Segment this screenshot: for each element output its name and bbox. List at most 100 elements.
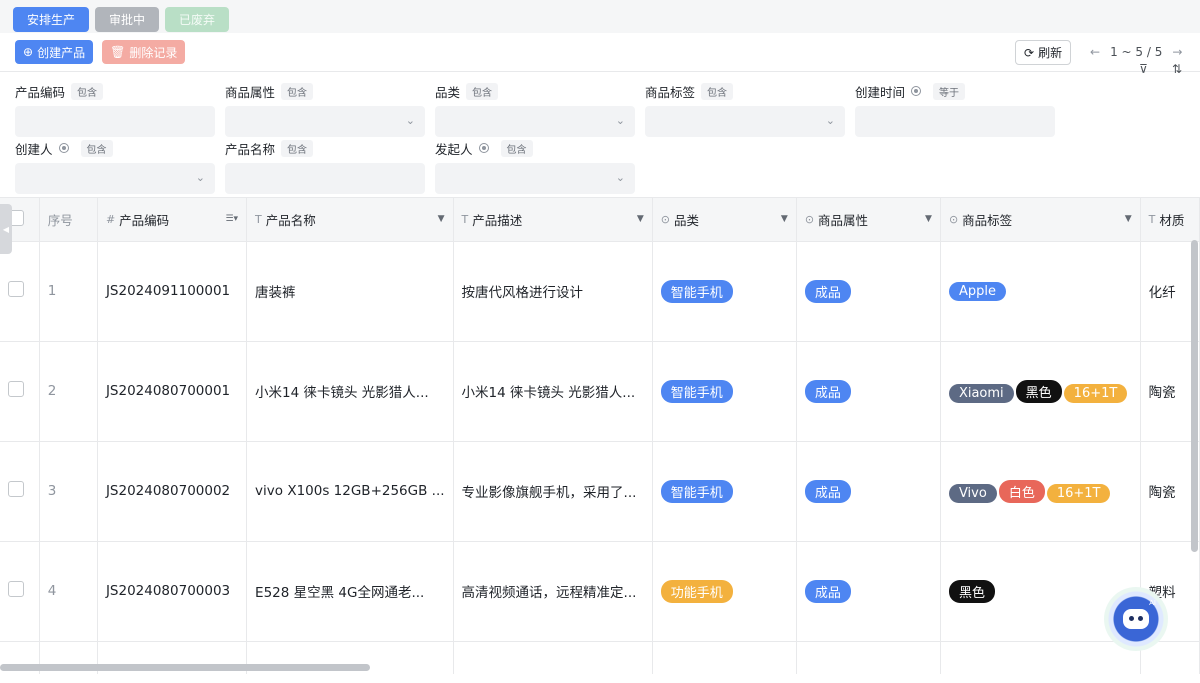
tab-discarded[interactable]: 已废弃 [165,7,230,32]
pagination: ← 1 ~ 5 / 5 → [1090,45,1182,59]
cell-tags[interactable]: Vivo 白色 16+1T [940,441,1141,542]
column-header-material[interactable]: T 材质 [1140,198,1200,242]
category-tag: 智能手机 [660,279,733,303]
cell-attr[interactable]: 成品 [796,341,941,442]
caret-down-icon[interactable]: ▼ [438,214,445,224]
product-tag-select[interactable]: ⌄ [645,106,845,137]
filter-label: 商品属性 [225,84,276,100]
filter-creator: 创建人 包含 ⌄ [15,139,215,194]
delete-record-button[interactable]: 🗑︎ 删除记录 [102,40,186,64]
table-row[interactable]: 2 JS2024080700001 小米14 徕卡镜头 光影猎人... 小米14… [0,341,1200,442]
product-attr-select[interactable]: ⌄ [225,106,425,137]
cell-code[interactable]: JS2024080700002 [97,441,248,542]
column-header-category[interactable]: ⊙ 品类 ▼ [652,198,797,242]
row-checkbox[interactable] [8,381,24,397]
table-row[interactable]: 4 JS2024080700003 E528 星空黑 4G全网通老... 高清视… [0,541,1200,642]
filter-product-tag: 商品标签 包含 ⌄ [645,82,845,137]
sort-icon[interactable]: ⇅ [1172,62,1182,76]
column-header-desc[interactable]: T 产品描述 ▼ [453,198,653,242]
cell-code[interactable]: JS2024091100001 [97,241,248,342]
filter-product-name: 产品名称 包含 [225,139,425,194]
cell-desc[interactable]: 高清视频通话，远程精准定... [453,541,653,642]
cell-name[interactable]: E528 星空黑 4G全网通老... [246,541,454,642]
column-header-name[interactable]: T 产品名称 ▼ [246,198,454,242]
chevron-down-icon: ⌄ [615,171,625,184]
caret-left-icon: ◀ [2,224,10,234]
cell-attr[interactable]: 成品 [796,441,941,542]
cell-code[interactable]: JS2024080700001 [97,341,248,442]
chevron-down-icon: ⌄ [195,171,205,184]
cell-tags[interactable]: Xiaomi 黑色 16+1T [940,341,1141,442]
column-header-attr[interactable]: ⊙ 商品属性 ▼ [796,198,941,242]
filter-operator[interactable]: 包含 [281,82,314,100]
column-header-code[interactable]: # 产品编码 ☰▾ [97,198,248,242]
clear-filter-icon[interactable]: ⊽ [1139,62,1148,76]
filter-actions: ⊽ ⇅ [1139,62,1182,76]
sidebar-toggle-handle[interactable]: ◀ [0,204,12,254]
cell-category[interactable]: 智能手机 [652,341,797,442]
row-checkbox[interactable] [8,281,24,297]
product-tag: 黑色 [948,579,995,603]
data-grid: 序号 # 产品编码 ☰▾ T 产品名称 ▼ T 产品描述 ▼ ⊙ 品类 ▼ ⊙ 商品属性 ▼ ⊙ 商品… [0,198,1200,674]
cell-tags[interactable]: Apple [940,241,1141,342]
vertical-scrollbar[interactable] [1191,240,1198,552]
cell-desc[interactable]: 专业影像旗舰手机，采用了... [453,441,653,542]
filter-operator[interactable]: 等于 [933,82,966,100]
filter-category: 品类 包含 ⌄ [435,82,635,137]
create-product-label: 创建产品 [37,45,86,60]
cell-category[interactable]: 智能手机 [652,241,797,342]
caret-down-icon[interactable]: ▼ [925,214,932,224]
row-checkbox[interactable] [8,481,24,497]
row-index: 4 [39,541,98,642]
ai-assistant-button[interactable]: AI [1104,587,1168,651]
cell-category[interactable]: 功能手机 [652,541,797,642]
category-select[interactable]: ⌄ [435,106,635,137]
caret-down-icon[interactable]: ▼ [781,214,788,224]
product-code-input[interactable] [15,106,215,137]
cell-code[interactable]: JS2024080700003 [97,541,248,642]
filter-operator[interactable]: 包含 [701,82,734,100]
cell-desc[interactable]: 小米14 徕卡镜头 光影猎人... [453,341,653,442]
filter-operator[interactable]: 包含 [71,82,104,100]
cell-name[interactable]: 小米14 徕卡镜头 光影猎人... [246,341,454,442]
product-name-input[interactable] [225,163,425,194]
product-tag: 白色 [998,479,1045,503]
column-header-tags[interactable]: ⊙ 商品标签 ▼ [940,198,1141,242]
filter-initiator: 发起人 包含 ⌄ [435,139,635,194]
prev-page-icon[interactable]: ← [1090,45,1100,59]
initiator-select[interactable]: ⌄ [435,163,635,194]
row-checkbox[interactable] [8,581,24,597]
cell-attr[interactable]: 成品 [796,241,941,342]
filter-operator[interactable]: 包含 [80,139,113,157]
cell-category[interactable]: 智能手机 [652,441,797,542]
created-time-input[interactable] [855,106,1055,137]
filter-created-time: 创建时间 等于 [855,82,1055,137]
table-row[interactable]: 1 JS2024091100001 唐装裤 按唐代风格进行设计 智能手机 成品 … [0,241,1200,342]
chevron-down-icon: ⌄ [405,114,415,127]
category-tag: 智能手机 [660,379,733,403]
table-row[interactable]: 3 JS2024080700002 vivo X100s 12GB+256GB … [0,441,1200,542]
product-tag: Xiaomi [948,383,1014,403]
filter-operator[interactable]: 包含 [466,82,499,100]
filter-product-attr: 商品属性 包含 ⌄ [225,82,425,137]
refresh-button[interactable]: ⟳ 刷新 [1015,40,1072,65]
cell-attr[interactable]: 成品 [796,541,941,642]
caret-down-icon[interactable]: ▼ [1125,214,1132,224]
row-index: 3 [39,441,98,542]
caret-down-icon[interactable]: ▼ [637,214,644,224]
next-page-icon[interactable]: → [1172,45,1182,59]
filter-operator[interactable]: 包含 [500,139,533,157]
cell-desc[interactable]: 按唐代风格进行设计 [453,241,653,342]
cell-name[interactable]: vivo X100s 12GB+256GB ... [246,441,454,542]
attr-tag: 成品 [804,379,851,403]
sort-desc-icon[interactable]: ☰▾ [225,214,238,224]
horizontal-scrollbar[interactable] [0,664,370,671]
select-type-icon: ⊙ [804,212,815,226]
create-product-button[interactable]: ⊕ 创建产品 [15,40,94,64]
cell-name[interactable]: 唐装裤 [246,241,454,342]
filter-label: 品类 [435,84,461,100]
filter-operator[interactable]: 包含 [281,139,314,157]
tab-schedule-production[interactable]: 安排生产 [13,7,90,32]
tab-under-approval[interactable]: 审批中 [95,7,160,32]
creator-select[interactable]: ⌄ [15,163,215,194]
